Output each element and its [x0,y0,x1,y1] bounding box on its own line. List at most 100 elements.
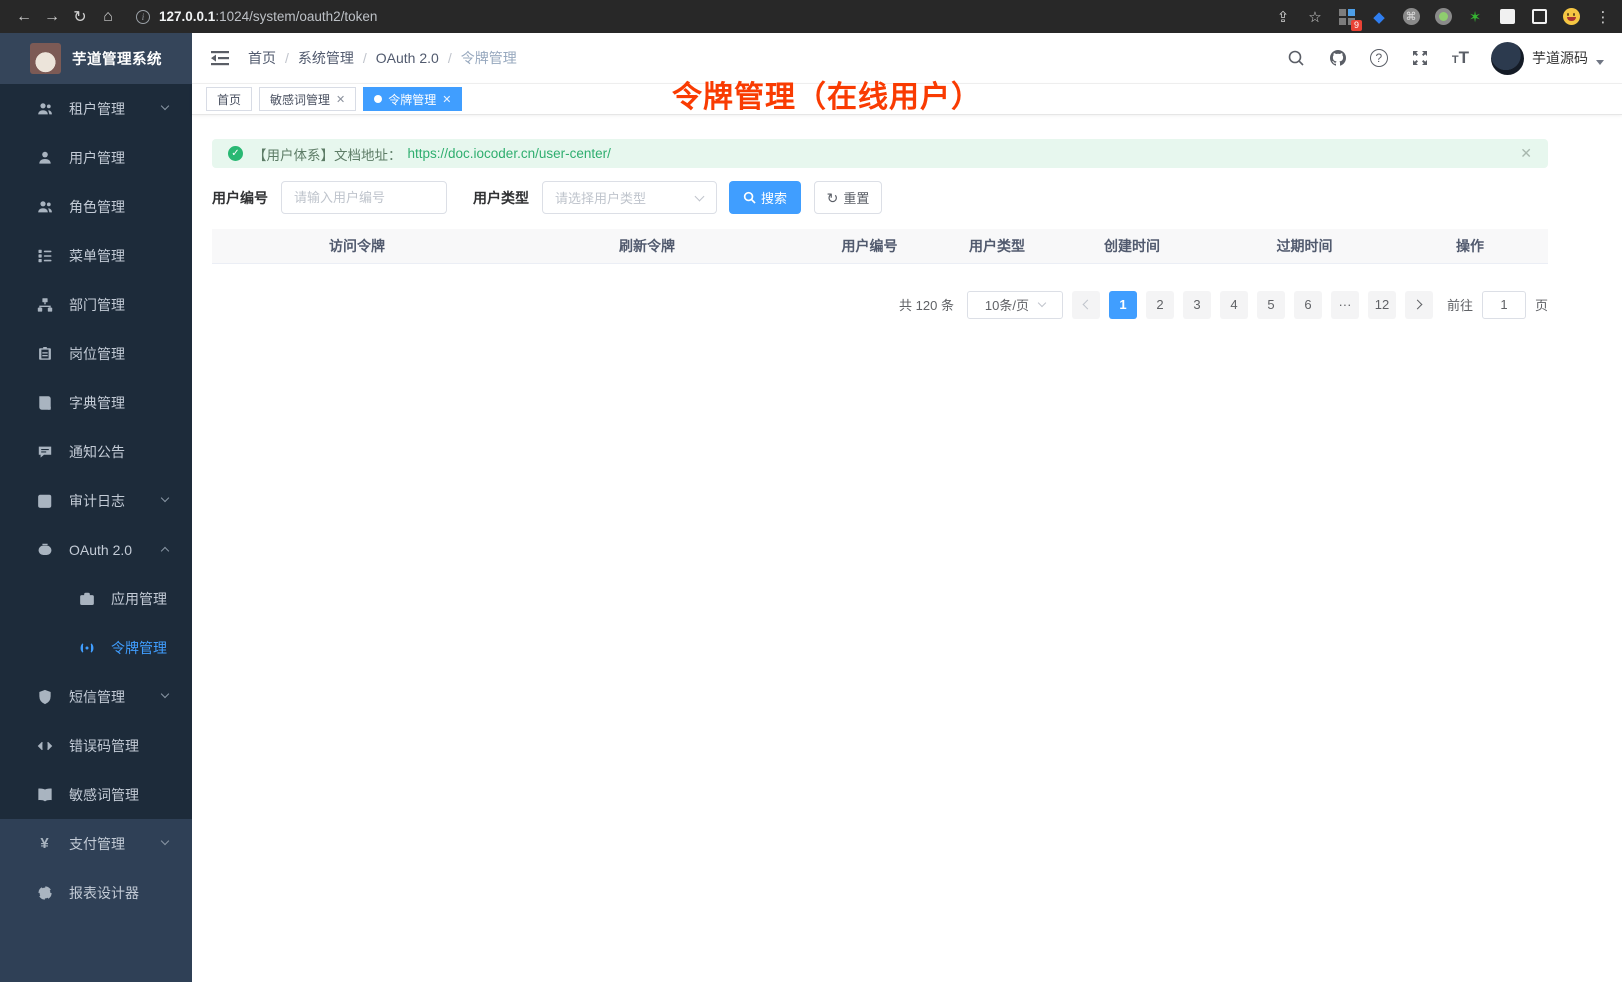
user-menu[interactable]: 芋道源码 [1491,42,1604,75]
bookmark-star-icon[interactable]: ☆ [1306,8,1324,26]
tenant-icon [36,100,53,117]
tab-敏感词管理[interactable]: 敏感词管理✕ [259,87,356,111]
user-id-input[interactable] [281,181,447,214]
tab-close-icon[interactable]: ✕ [442,93,451,106]
tab-label: 首页 [217,91,241,108]
sidebar-item-label: 岗位管理 [69,344,125,364]
search-icon[interactable] [1286,48,1306,68]
chevron-down-icon [161,837,169,845]
sidebar-item-令牌管理[interactable]: 令牌管理 [0,623,192,672]
sidebar-item-label: 应用管理 [111,589,167,609]
help-icon[interactable]: ? [1370,49,1388,67]
command-extension-icon[interactable]: ⌘ [1402,8,1420,26]
page-button-3[interactable]: 3 [1183,291,1211,319]
tab-close-icon[interactable]: ✕ [336,93,345,106]
next-page-button[interactable] [1405,291,1433,319]
sidebar-item-label: 角色管理 [69,197,125,217]
extension-grid-icon[interactable]: 9 [1338,8,1356,26]
page-button-6[interactable]: 6 [1294,291,1322,319]
page-button-2[interactable]: 2 [1146,291,1174,319]
page-button-12[interactable]: 12 [1368,291,1396,319]
main-area: 令牌管理（在线用户） 首页/系统管理/OAuth 2.0/令牌管理 ? [192,33,1622,982]
browser-home-icon[interactable]: ⌂ [94,3,122,31]
sidebar-item-短信管理[interactable]: 短信管理 [0,672,192,721]
search-form: 用户编号 用户类型 请选择用户类型 搜索 ↻ 重置 [212,181,1548,214]
caret-down-icon [1596,60,1604,65]
column-header: 过期时间 [1217,229,1392,263]
sidebar-item-报表设计器[interactable]: 报表设计器 [0,868,192,917]
search-button[interactable]: 搜索 [729,181,801,214]
browser-menu-icon[interactable]: ⋮ [1594,8,1612,26]
token-table: 访问令牌刷新令牌用户编号用户类型创建时间过期时间操作 [212,229,1548,264]
sidebar-item-租户管理[interactable]: 租户管理 [0,84,192,133]
pagination: 共 120 条 10条/页 123456···12 前往 页 [212,291,1548,319]
sidebar-item-应用管理[interactable]: 应用管理 [0,574,192,623]
sidebar-menu: 租户管理用户管理角色管理菜单管理部门管理岗位管理字典管理通知公告审计日志OAut… [0,84,192,982]
breadcrumb-item[interactable]: OAuth 2.0 [376,50,439,66]
chevron-down-icon [161,690,169,698]
sidebar-menu-main: 租户管理用户管理角色管理菜单管理部门管理岗位管理字典管理通知公告审计日志OAut… [0,84,192,819]
sidebar-item-label: 报表设计器 [69,883,139,903]
sidebar-item-用户管理[interactable]: 用户管理 [0,133,192,182]
sidebar-item-错误码管理[interactable]: 错误码管理 [0,721,192,770]
dictionary-icon [36,394,53,411]
sidebar-item-角色管理[interactable]: 角色管理 [0,182,192,231]
browser-back-icon[interactable]: ← [10,3,38,31]
collapse-sidebar-icon[interactable] [210,48,230,68]
page-button-4[interactable]: 4 [1220,291,1248,319]
page-button-1[interactable]: 1 [1109,291,1137,319]
record-extension-icon[interactable] [1434,8,1452,26]
chevron-down-icon [161,102,169,110]
fullscreen-icon[interactable] [1410,48,1430,68]
sidebar-item-敏感词管理[interactable]: 敏感词管理 [0,770,192,819]
doc-alert: ✓ 【用户体系】文档地址： https://doc.iocoder.cn/use… [212,139,1548,168]
sidebar-item-审计日志[interactable]: 审计日志 [0,476,192,525]
doc-alert-link[interactable]: https://doc.iocoder.cn/user-center/ [408,146,611,161]
user-type-select[interactable]: 请选择用户类型 [542,181,717,214]
sidebar-item-label: 敏感词管理 [69,785,139,805]
sidebar-item-字典管理[interactable]: 字典管理 [0,378,192,427]
sidebar-item-label: 通知公告 [69,442,125,462]
column-header: 访问令牌 [212,229,502,263]
sidebar-item-label: 令牌管理 [111,638,167,658]
notice-icon [36,443,53,460]
sidebar-item-label: 短信管理 [69,687,125,707]
puzzle-extension-icon[interactable] [1498,8,1516,26]
sidebar-item-部门管理[interactable]: 部门管理 [0,280,192,329]
breadcrumb-item[interactable]: 首页 [248,48,276,68]
gem-extension-icon[interactable]: ◆ [1370,8,1388,26]
page-button-5[interactable]: 5 [1257,291,1285,319]
profile-emoji-icon[interactable] [1562,8,1580,26]
goto-page-input[interactable] [1482,291,1526,319]
reset-button[interactable]: ↻ 重置 [814,181,882,214]
sidebar-item-岗位管理[interactable]: 岗位管理 [0,329,192,378]
sidebar-item-通知公告[interactable]: 通知公告 [0,427,192,476]
doc-alert-text: 【用户体系】文档地址： [253,144,402,164]
browser-reload-icon[interactable]: ↻ [66,3,94,31]
share-icon[interactable]: ⇪ [1274,8,1292,26]
star-extension-icon[interactable]: ✶ [1466,8,1484,26]
browser-forward-icon[interactable]: → [38,3,66,31]
sidepanel-icon[interactable] [1530,8,1548,26]
extension-badge: 9 [1351,20,1362,31]
sidebar-item-支付管理[interactable]: ¥支付管理 [0,819,192,868]
alert-close-icon[interactable]: ✕ [1520,145,1532,162]
sidebar-item-OAuth 2.0[interactable]: OAuth 2.0 [0,525,192,574]
font-size-icon[interactable]: TT [1452,48,1469,68]
user-avatar [1491,42,1524,75]
page-ellipsis[interactable]: ··· [1331,291,1359,319]
sidebar-item-菜单管理[interactable]: 菜单管理 [0,231,192,280]
prev-page-button[interactable] [1072,291,1100,319]
page-info-icon[interactable]: i [136,10,150,24]
app-title: 芋道管理系统 [72,48,162,69]
app-logo[interactable]: 芋道管理系统 [0,33,192,84]
github-icon[interactable] [1328,48,1348,68]
user-name: 芋道源码 [1532,48,1588,68]
payment-icon: ¥ [36,835,53,852]
tab-首页[interactable]: 首页 [206,87,252,111]
page-size-select[interactable]: 10条/页 [967,291,1063,319]
tab-令牌管理[interactable]: 令牌管理✕ [363,87,462,111]
breadcrumb-item[interactable]: 系统管理 [298,48,354,68]
sidebar-item-label: 部门管理 [69,295,125,315]
address-bar[interactable]: i 127.0.0.1:1024/system/oauth2/token [136,5,1260,29]
